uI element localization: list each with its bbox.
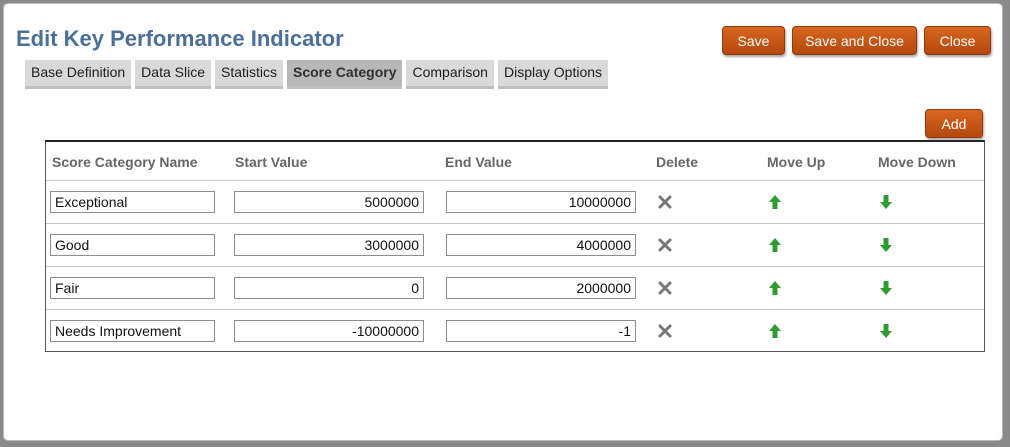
end-value-input[interactable] bbox=[446, 320, 636, 342]
column-header-move-down: Move Down bbox=[878, 154, 956, 170]
category-name-input[interactable] bbox=[50, 320, 215, 342]
column-header-end: End Value bbox=[445, 154, 512, 170]
tab-data-slice[interactable]: Data Slice bbox=[135, 60, 211, 89]
column-header-name: Score Category Name bbox=[52, 154, 198, 170]
tab-bar: Base Definition Data Slice Statistics Sc… bbox=[25, 60, 609, 89]
save-and-close-button[interactable]: Save and Close bbox=[792, 26, 917, 55]
arrow-down-icon[interactable] bbox=[878, 280, 894, 296]
delete-icon[interactable] bbox=[657, 280, 673, 296]
arrow-up-icon[interactable] bbox=[767, 194, 783, 210]
page-title: Edit Key Performance Indicator bbox=[16, 26, 344, 51]
category-name-input[interactable] bbox=[50, 277, 215, 299]
table-row bbox=[46, 309, 984, 353]
start-value-input[interactable] bbox=[234, 277, 424, 299]
category-name-input[interactable] bbox=[50, 234, 215, 256]
start-value-input[interactable] bbox=[234, 234, 424, 256]
arrow-up-icon[interactable] bbox=[767, 280, 783, 296]
tab-comparison[interactable]: Comparison bbox=[406, 60, 494, 89]
arrow-up-icon[interactable] bbox=[767, 323, 783, 339]
column-header-move-up: Move Up bbox=[767, 154, 826, 170]
tab-statistics[interactable]: Statistics bbox=[214, 60, 283, 89]
arrow-down-icon[interactable] bbox=[878, 237, 894, 253]
kpi-dialog: Edit Key Performance Indicator Save Save… bbox=[3, 3, 1003, 441]
add-button[interactable]: Add bbox=[925, 109, 983, 138]
tab-base-definition[interactable]: Base Definition bbox=[25, 60, 132, 89]
delete-icon[interactable] bbox=[657, 323, 673, 339]
start-value-input[interactable] bbox=[234, 320, 424, 342]
table-row bbox=[46, 223, 984, 267]
arrow-down-icon[interactable] bbox=[878, 323, 894, 339]
score-category-table: Score Category Name Start Value End Valu… bbox=[45, 140, 985, 352]
end-value-input[interactable] bbox=[446, 191, 636, 213]
tab-score-category[interactable]: Score Category bbox=[287, 60, 403, 89]
close-button[interactable]: Close bbox=[924, 26, 991, 55]
end-value-input[interactable] bbox=[446, 277, 636, 299]
column-header-start: Start Value bbox=[235, 154, 308, 170]
table-row bbox=[46, 266, 984, 310]
arrow-up-icon[interactable] bbox=[767, 237, 783, 253]
delete-icon[interactable] bbox=[657, 194, 673, 210]
tab-display-options[interactable]: Display Options bbox=[497, 60, 609, 89]
save-button[interactable]: Save bbox=[722, 26, 785, 55]
end-value-input[interactable] bbox=[446, 234, 636, 256]
table-row bbox=[46, 180, 984, 224]
arrow-down-icon[interactable] bbox=[878, 194, 894, 210]
delete-icon[interactable] bbox=[657, 237, 673, 253]
category-name-input[interactable] bbox=[50, 191, 215, 213]
start-value-input[interactable] bbox=[234, 191, 424, 213]
column-header-delete: Delete bbox=[656, 154, 699, 170]
